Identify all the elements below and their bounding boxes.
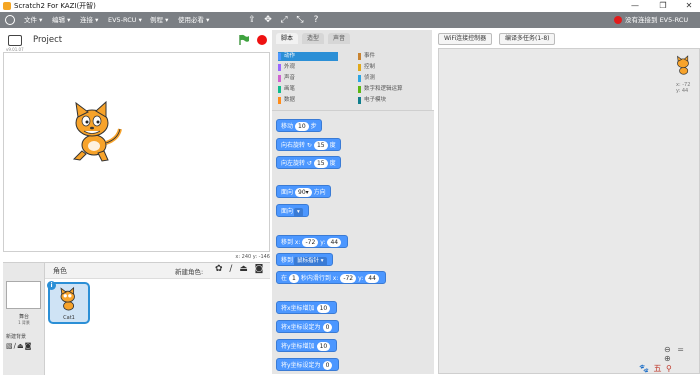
app-logo-icon xyxy=(3,2,11,10)
stage-thumbnail[interactable] xyxy=(6,281,41,309)
tab-scripts[interactable]: 脚本 xyxy=(276,33,299,44)
backdrop-count: 1 背景 xyxy=(18,320,30,325)
stage-header: v9.01.07 Project xyxy=(3,30,270,52)
blocks-palette: 移动 10 步 向右旋转 ↻ 15 度 向左旋转 ↺ 15 度 面向 90▾ 方向 面向 ▾ 移到… xyxy=(272,110,434,374)
project-title[interactable]: Project xyxy=(33,35,62,45)
sprites-label: 角色 xyxy=(53,267,67,275)
block-turn-left[interactable]: 向左旋转 ↺ 15 度 xyxy=(276,156,341,169)
bottom-tools-icon[interactable]: 🐾 五 ⚲ xyxy=(639,363,673,374)
palette-header: 脚本 造型 声音 动作 外观 声音 画笔 数据 事件 控制 侦测 数字和逻辑运算… xyxy=(272,30,432,110)
script-toolbar: WiFi连接控制器 编译多任务(1-8) xyxy=(436,30,700,48)
tab-costumes[interactable]: 造型 xyxy=(302,33,325,44)
globe-icon[interactable] xyxy=(5,15,15,25)
green-flag-icon[interactable] xyxy=(238,34,250,46)
block-go-to[interactable]: 移到 鼠标指针 ▾ xyxy=(276,253,333,266)
menu-file[interactable]: 文件 ▾ xyxy=(24,12,42,28)
duplicate-icon[interactable]: ⇪ xyxy=(246,14,258,26)
block-set-y[interactable]: 将y坐标设定为 0 xyxy=(276,358,340,371)
menu-connect[interactable]: 连接 ▾ xyxy=(80,12,98,28)
menu-edit[interactable]: 编辑 ▾ xyxy=(52,12,70,28)
sprite-list-header: 角色 新建角色: ✿ ∕ ⏏ ◙ xyxy=(45,263,270,279)
block-change-x[interactable]: 将x坐标增加 10 xyxy=(276,301,338,314)
title-bar: Scratch2 For KAZI(开智) — ❐ ✕ xyxy=(0,0,700,12)
current-sprite-icon xyxy=(677,55,689,75)
category-events[interactable]: 事件 xyxy=(358,52,375,61)
block-glide[interactable]: 在 1 秒内滑行到 x: -72 y: 44 xyxy=(276,271,386,284)
new-backdrop-label: 新建背景 xyxy=(6,334,27,340)
new-sprite-tools-icon[interactable]: ✿ ∕ ⏏ ◙ xyxy=(215,264,265,274)
window-title: Scratch2 For KAZI(开智) xyxy=(14,2,96,10)
category-operators[interactable]: 数字和逻辑运算 xyxy=(358,85,403,94)
maximize-button[interactable]: ❐ xyxy=(654,0,672,12)
help-icon[interactable]: ? xyxy=(310,14,322,26)
category-sound[interactable]: 声音 xyxy=(278,74,295,83)
category-electronics[interactable]: 电子模块 xyxy=(358,96,386,105)
info-icon[interactable]: i xyxy=(47,281,56,290)
new-sprite-label: 新建角色: xyxy=(175,268,204,276)
menu-examples[interactable]: 例程 ▾ xyxy=(150,12,168,28)
stop-button[interactable] xyxy=(257,35,267,45)
connection-status: 没有连接到 EV5-RCU xyxy=(625,16,689,24)
tab-sounds[interactable]: 声音 xyxy=(328,33,351,44)
sprite-position: x: -72 y: 44 xyxy=(676,82,690,94)
sprite-pane: 舞台 1 背景 新建背景 ▧∕⏏◙ 角色 新建角色: ✿ ∕ ⏏ ◙ i Cat… xyxy=(3,262,270,375)
category-control[interactable]: 控制 xyxy=(358,63,375,72)
stage-canvas[interactable] xyxy=(3,52,270,252)
block-turn-right[interactable]: 向右旋转 ↻ 15 度 xyxy=(276,138,341,151)
cut-icon[interactable]: ✥ xyxy=(262,14,274,26)
block-go-to-xy[interactable]: 移到 x: -72 y: 44 xyxy=(276,235,349,248)
minimize-button[interactable]: — xyxy=(626,0,644,12)
grow-icon[interactable]: ⤢ xyxy=(278,14,290,26)
connection-status-icon xyxy=(614,16,622,24)
shrink-icon[interactable]: ⤡ xyxy=(294,14,306,26)
cat-thumbnail-icon xyxy=(60,286,75,311)
cat-sprite[interactable] xyxy=(64,99,126,163)
category-sensing[interactable]: 侦测 xyxy=(358,74,375,83)
wifi-controller-button[interactable]: WiFi连接控制器 xyxy=(438,33,493,45)
category-data[interactable]: 数据 xyxy=(278,96,295,105)
category-motion[interactable]: 动作 xyxy=(278,52,338,61)
stage-panel: 舞台 1 背景 新建背景 ▧∕⏏◙ xyxy=(3,263,45,375)
backdrop-tools-icon[interactable]: ▧∕⏏◙ xyxy=(6,342,32,350)
menu-must-read[interactable]: 使用必看 ▾ xyxy=(178,12,209,28)
block-point-towards[interactable]: 面向 ▾ xyxy=(276,204,309,217)
sprite-card-cat1[interactable]: i Cat1 xyxy=(47,281,90,324)
category-pen[interactable]: 画笔 xyxy=(278,85,295,94)
compile-multitask-button[interactable]: 编译多任务(1-8) xyxy=(499,33,556,45)
presentation-mode-icon[interactable] xyxy=(8,35,22,46)
close-button[interactable]: ✕ xyxy=(680,0,698,12)
sprite-name: Cat1 xyxy=(63,315,75,321)
menu-ev5-rcu[interactable]: EV5-RCU ▾ xyxy=(108,12,142,28)
block-set-x[interactable]: 将x坐标设定为 0 xyxy=(276,320,340,333)
category-looks[interactable]: 外观 xyxy=(278,63,295,72)
script-area[interactable]: x: -72 y: 44 🐾 五 ⚲ ⊖ = ⊕ xyxy=(438,48,700,374)
block-move[interactable]: 移动 10 步 xyxy=(276,119,322,132)
stage-label: 舞台 xyxy=(18,314,29,320)
block-change-y[interactable]: 将y坐标增加 10 xyxy=(276,339,338,352)
mouse-coordinates: x: 240 y: -146 xyxy=(235,254,270,260)
sprite-y: y: 44 xyxy=(676,88,689,94)
zoom-controls-icon[interactable]: ⊖ = ⊕ xyxy=(664,345,699,363)
menu-bar: 文件 ▾ 编辑 ▾ 连接 ▾ EV5-RCU ▾ 例程 ▾ 使用必看 ▾ ⇪ ✥… xyxy=(0,12,700,28)
block-point-in-direction[interactable]: 面向 90▾ 方向 xyxy=(276,185,331,198)
